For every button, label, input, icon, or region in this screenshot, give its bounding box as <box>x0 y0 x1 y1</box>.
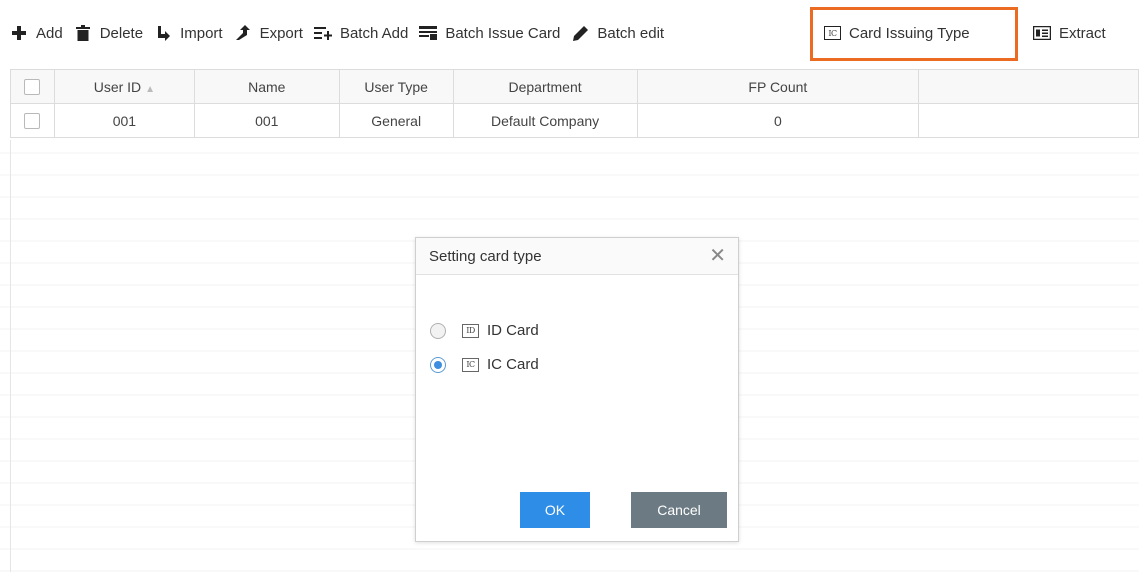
batch-add-icon <box>313 24 332 42</box>
batch-edit-label: Batch edit <box>597 24 665 42</box>
extract-label: Extract <box>1059 24 1106 42</box>
cell-empty <box>918 103 1139 138</box>
ic-card-option-icon: IC <box>462 357 479 372</box>
add-button[interactable]: Add <box>10 18 63 48</box>
trash-icon <box>74 24 92 42</box>
batch-add-label: Batch Add <box>339 24 409 42</box>
import-button[interactable]: Import <box>154 18 223 48</box>
column-header-fp-count: FP Count <box>636 69 920 104</box>
delete-button[interactable]: Delete <box>74 18 143 48</box>
table-header-row: User ID ▲ Name User Type Department FP Co… <box>10 69 1139 104</box>
batch-add-button[interactable]: Batch Add <box>313 18 409 48</box>
page: Add Delete Import Export Batch Add Batch… <box>0 0 1139 572</box>
ic-card-radio[interactable] <box>430 356 446 373</box>
cell-name: 001 <box>193 103 340 138</box>
add-label: Add <box>36 24 63 42</box>
export-button[interactable]: Export <box>234 18 303 48</box>
row-checkbox[interactable] <box>24 113 41 130</box>
cell-department: Default Company <box>452 103 638 138</box>
cell-user-type: General <box>338 103 454 138</box>
cell-fp-count: 0 <box>636 103 920 138</box>
column-header-user-type: User Type <box>338 69 454 104</box>
pencil-icon <box>571 24 589 42</box>
delete-label: Delete <box>99 24 144 42</box>
table-row[interactable]: 001 001 General Default Company 0 <box>10 103 1139 138</box>
select-all-cell[interactable] <box>10 69 55 104</box>
batch-issue-card-icon <box>419 24 438 42</box>
ic-card-label: IC Card <box>487 356 539 373</box>
row-select-cell[interactable] <box>10 103 55 138</box>
dialog-header: Setting card type ✕ <box>416 238 738 275</box>
id-card-icon: ID <box>462 323 479 338</box>
ic-card-icon: IC <box>824 26 841 40</box>
user-table: User ID ▲ Name User Type Department FP Co… <box>10 69 1139 138</box>
batch-issue-card-button[interactable]: Batch Issue Card <box>419 18 560 48</box>
card-issuing-type-button[interactable]: IC Card Issuing Type <box>824 18 970 48</box>
setting-card-type-dialog: Setting card type ✕ ID ID Card IC IC Car… <box>415 237 739 542</box>
ok-button[interactable]: OK <box>520 492 590 528</box>
plus-icon <box>10 24 28 42</box>
id-card-option[interactable]: ID ID Card <box>430 322 539 339</box>
import-label: Import <box>180 24 223 42</box>
export-label: Export <box>259 24 303 42</box>
card-issuing-type-label: Card Issuing Type <box>849 24 970 42</box>
export-arrow-icon <box>234 24 252 42</box>
batch-edit-button[interactable]: Batch edit <box>571 18 664 48</box>
column-header-name: Name <box>193 69 340 104</box>
ic-card-option[interactable]: IC IC Card <box>430 356 539 373</box>
dialog-title: Setting card type <box>429 247 542 265</box>
content-left-border <box>10 140 11 572</box>
column-header-user-id[interactable]: User ID ▲ <box>53 69 195 104</box>
column-header-department: Department <box>452 69 638 104</box>
cell-user-id: 001 <box>53 103 195 138</box>
extract-button[interactable]: Extract <box>1033 18 1106 48</box>
select-all-checkbox[interactable] <box>24 79 41 96</box>
id-card-radio[interactable] <box>430 322 446 339</box>
id-card-label: ID Card <box>487 322 539 339</box>
close-icon[interactable]: ✕ <box>709 246 726 266</box>
column-header-empty <box>918 69 1139 104</box>
import-arrow-icon <box>154 24 172 42</box>
sort-ascending-icon[interactable]: ▲ <box>145 84 155 95</box>
batch-issue-card-label: Batch Issue Card <box>445 24 561 42</box>
cancel-button[interactable]: Cancel <box>631 492 727 528</box>
extract-card-icon <box>1033 24 1051 42</box>
